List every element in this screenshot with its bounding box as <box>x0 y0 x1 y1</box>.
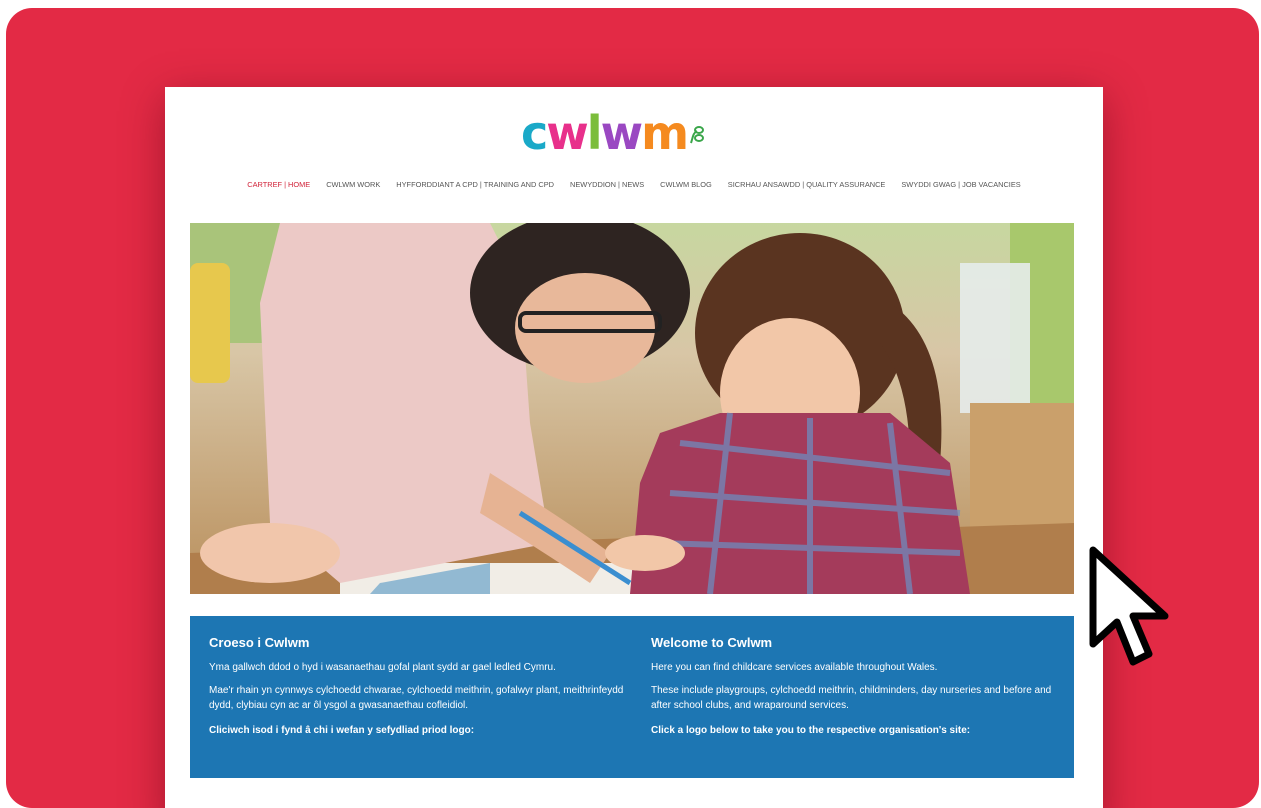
welcome-welsh-column: Croeso i Cwlwm Yma gallwch ddod o hyd i … <box>209 635 629 746</box>
welcome-title-welsh: Croeso i Cwlwm <box>209 635 310 650</box>
welcome-cta-english: Click a logo below to take you to the re… <box>651 725 971 736</box>
red-background-frame: c w l w m CARTREF | HOME CWLWM WORK HYFF… <box>6 8 1259 808</box>
sprout-icon <box>690 126 704 144</box>
nav-item-cwlwm-work[interactable]: CWLWM WORK <box>326 180 380 189</box>
teacher-and-child-drawing-photo <box>190 223 1074 594</box>
mouse-pointer-icon <box>1089 546 1169 666</box>
welcome-intro-english: Here you can find childcare services ava… <box>651 662 938 673</box>
nav-item-quality-assurance[interactable]: SICRHAU ANSAWDD | QUALITY ASSURANCE <box>728 180 886 189</box>
website-page: c w l w m CARTREF | HOME CWLWM WORK HYFF… <box>165 87 1103 808</box>
welcome-panel: Croeso i Cwlwm Yma gallwch ddod o hyd i … <box>190 616 1074 778</box>
hero-image <box>190 223 1074 594</box>
logo-letter-w2: w <box>600 106 643 160</box>
main-navigation: CARTREF | HOME CWLWM WORK HYFFORDDIANT A… <box>165 180 1103 189</box>
welcome-title-english: Welcome to Cwlwm <box>651 635 773 650</box>
nav-item-training[interactable]: HYFFORDDIANT A CPD | TRAINING AND CPD <box>396 180 554 189</box>
welcome-services-welsh: Mae'r rhain yn cynnwys cylchoedd chwarae… <box>209 685 624 711</box>
logo-letter-m: m <box>641 106 689 160</box>
logo-letter-w: w <box>546 106 588 160</box>
logo-letter-c: c <box>521 106 548 160</box>
nav-item-blog[interactable]: CWLWM BLOG <box>660 180 712 189</box>
welcome-services-english: These include playgroups, cylchoedd meit… <box>651 685 1052 711</box>
welcome-intro-welsh: Yma gallwch ddod o hyd i wasanaethau gof… <box>209 662 556 673</box>
logo-letter-l: l <box>586 106 603 160</box>
welcome-english-column: Welcome to Cwlwm Here you can find child… <box>651 635 1071 746</box>
nav-item-job-vacancies[interactable]: SWYDDI GWAG | JOB VACANCIES <box>901 180 1020 189</box>
nav-item-news[interactable]: NEWYDDION | NEWS <box>570 180 644 189</box>
welcome-cta-welsh: Cliciwch isod i fynd â chi i wefan y sef… <box>209 725 475 736</box>
cwlwm-logo[interactable]: c w l w m <box>521 106 751 160</box>
nav-item-home[interactable]: CARTREF | HOME <box>247 180 310 189</box>
